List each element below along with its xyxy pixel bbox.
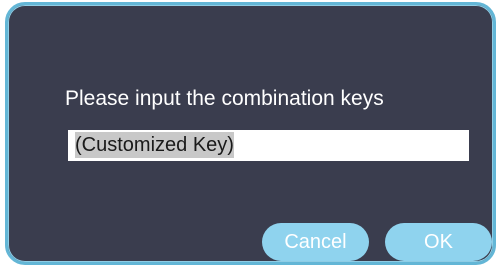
ok-button[interactable]: OK [385, 223, 492, 261]
cancel-button[interactable]: Cancel [262, 223, 369, 261]
dialog-prompt: Please input the combination keys [65, 87, 384, 110]
screen: Please input the combination keys (Custo… [0, 0, 504, 269]
combination-keys-input[interactable]: (Customized Key) [68, 130, 469, 161]
input-value: (Customized Key) [75, 132, 234, 158]
